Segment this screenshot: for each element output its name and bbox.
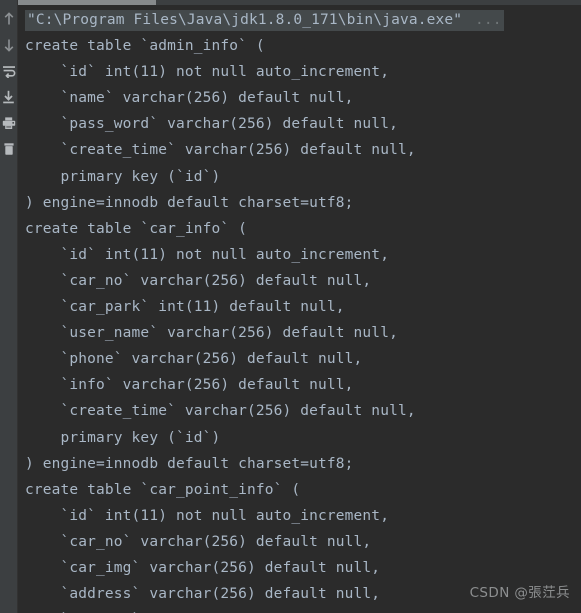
- console-output-area[interactable]: "C:\Program Files\Java\jdk1.8.0_171\bin\…: [18, 0, 581, 613]
- console-line: `car_park` int(11) default null,: [25, 299, 345, 316]
- soft-wrap-icon[interactable]: [0, 60, 18, 81]
- console-line: `id` int(11) not null auto_increment,: [25, 64, 390, 81]
- command-ellipsis: ...: [464, 10, 504, 31]
- console-line: create table `car_point_info` (: [25, 481, 301, 498]
- console-line: `address` varchar(256) default null,: [25, 586, 381, 603]
- scroll-to-end-icon[interactable]: [0, 86, 18, 107]
- console-output-lines: create table `admin_info` ( `id` int(11)…: [18, 33, 581, 613]
- console-command-line: "C:\Program Files\Java\jdk1.8.0_171\bin\…: [18, 7, 581, 33]
- horizontal-scrollbar[interactable]: [18, 0, 581, 5]
- console-line: `name` varchar(256) default null,: [25, 90, 354, 107]
- console-line: ) engine=innodb default charset=utf8;: [25, 455, 354, 472]
- console-line: `car_no` varchar(256) default null,: [25, 272, 372, 289]
- console-line: create table `admin_info` (: [25, 38, 265, 55]
- clear-all-icon[interactable]: [0, 138, 18, 159]
- console-toolbar: [0, 0, 18, 613]
- console-line: `id` int(11) not null auto_increment,: [25, 246, 390, 263]
- console-line: `user_name` varchar(256) default null,: [25, 325, 398, 342]
- up-arrow-icon[interactable]: [0, 8, 18, 29]
- console-line: `id` int(11) not null auto_increment,: [25, 507, 390, 524]
- console-line: primary key (`id`): [25, 168, 221, 185]
- console-line: `pass_word` varchar(256) default null,: [25, 116, 398, 133]
- down-arrow-icon[interactable]: [0, 34, 18, 55]
- print-icon[interactable]: [0, 112, 18, 133]
- console-line: `create_time` varchar(256) default null,: [25, 142, 416, 159]
- console-line: `create_time` varchar(256) default null,: [25, 403, 416, 420]
- console-line: `phone` varchar(256) default null,: [25, 351, 363, 368]
- console-line: `car_no` varchar(256) default null,: [25, 533, 372, 550]
- console-line: `car_img` varchar(256) default null,: [25, 559, 381, 576]
- console-line: ) engine=innodb default charset=utf8;: [25, 194, 354, 211]
- console-text[interactable]: "C:\Program Files\Java\jdk1.8.0_171\bin\…: [18, 5, 581, 613]
- console-line: `is_used` int(11) default null,: [18, 607, 581, 613]
- horizontal-scrollbar-thumb[interactable]: [18, 0, 156, 5]
- command-path-text: "C:\Program Files\Java\jdk1.8.0_171\bin\…: [25, 10, 465, 31]
- console-window: "C:\Program Files\Java\jdk1.8.0_171\bin\…: [0, 0, 581, 613]
- console-line: create table `car_info` (: [25, 220, 247, 237]
- console-line: primary key (`id`): [25, 429, 221, 446]
- console-line: `info` varchar(256) default null,: [25, 377, 354, 394]
